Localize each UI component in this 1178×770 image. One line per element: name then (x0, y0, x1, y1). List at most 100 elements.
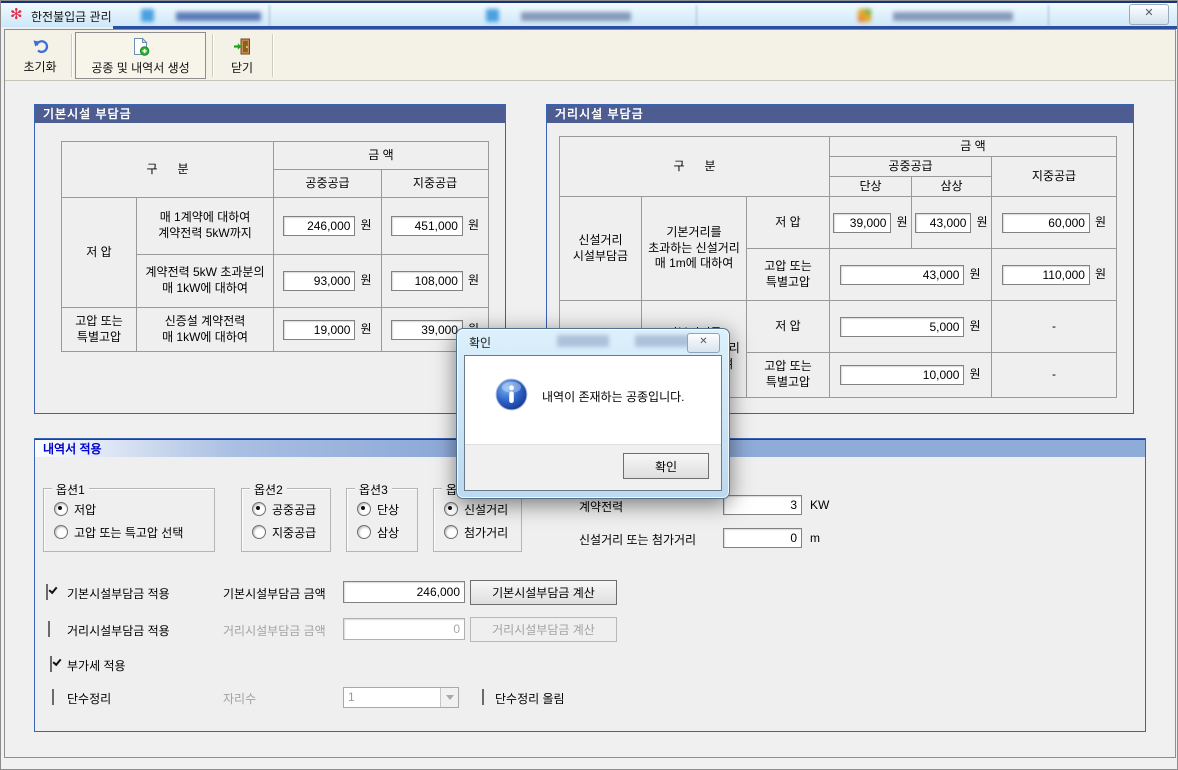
radio-icon (444, 502, 458, 516)
generate-worktype-button[interactable]: 공종 및 내역서 생성 (75, 32, 206, 79)
basic-r2-underground-field[interactable]: 108,000 (391, 271, 463, 291)
option3-group: 옵션3 단상 삼상 (346, 488, 418, 552)
dist-g2-high-underground-dash: - (992, 353, 1117, 398)
toolbar-separator (71, 34, 73, 77)
radio-single-phase[interactable]: 단상 (357, 502, 417, 516)
radio-icon (252, 502, 266, 516)
rounding-checkbox[interactable] (52, 689, 54, 705)
vat-apply-checkbox[interactable] (50, 656, 52, 672)
window-close-button[interactable]: ✕ (1129, 4, 1169, 25)
distance-fee-apply-checkbox[interactable] (48, 621, 50, 637)
confirm-dialog-footer: 확인 (465, 444, 721, 490)
glass-reflection-blob (557, 335, 609, 347)
vat-apply-label: 부가세 적용 (67, 657, 126, 674)
radio-icon (444, 525, 458, 539)
reset-button[interactable]: 초기화 (11, 33, 69, 78)
basic-r2-overhead-field[interactable]: 93,000 (283, 271, 355, 291)
close-button[interactable]: 닫기 (217, 33, 267, 78)
radio-icon (357, 525, 371, 539)
option1-legend: 옵션1 (52, 481, 89, 498)
glass-reflection-blob (635, 335, 693, 347)
distance-length-label: 신설거리 또는 첨가거리 (579, 531, 696, 548)
tab-separator (269, 5, 270, 27)
col-header-amount: 금 액 (830, 137, 1117, 157)
dist-g1-low-single-field[interactable]: 39,000 (833, 213, 891, 233)
confirm-dialog-title: 확인 (469, 334, 491, 351)
background-tab-icon (486, 9, 499, 22)
radio-label: 저압 (74, 501, 96, 518)
currency-unit: 원 (969, 267, 980, 283)
window-title: 한전불입금 관리 (31, 8, 112, 25)
tab-separator (1048, 5, 1049, 27)
toolbar-separator (212, 34, 214, 77)
close-button-label: 닫기 (231, 59, 253, 76)
currency-unit: 원 (969, 319, 980, 335)
radio-new-distance[interactable]: 신설거리 (444, 502, 521, 516)
row-header-high-voltage: 고압 또는 특별고압 (747, 353, 830, 398)
dist-g1-high-underground-field[interactable]: 110,000 (1002, 265, 1090, 285)
distance-fee-panel-title: 거리시설 부담금 (547, 105, 1133, 123)
new-document-icon (131, 37, 150, 59)
row-header-high-voltage: 고압 또는 특별고압 (62, 308, 137, 352)
dist-g1-low-three-field[interactable]: 43,000 (915, 213, 971, 233)
tab-separator (696, 5, 697, 27)
info-icon (495, 378, 528, 414)
dist-g2-low-underground-dash: - (992, 301, 1117, 353)
currency-unit: 원 (360, 273, 371, 289)
confirm-dialog-message: 내역이 존재하는 공종입니다. (542, 388, 684, 405)
col-header-underground: 지중공급 (992, 157, 1117, 197)
currency-unit: 원 (1095, 267, 1106, 283)
digits-combobox-value: 1 (344, 688, 440, 707)
radio-added-distance[interactable]: 첨가거리 (444, 525, 521, 539)
basic-fee-apply-label: 기본시설부담금 적용 (67, 585, 170, 602)
col-header-division: 구 분 (62, 142, 274, 198)
radio-three-phase[interactable]: 삼상 (357, 525, 417, 539)
toolbar-separator (272, 34, 274, 77)
distance-fee-calc-button[interactable]: 거리시설부담금 계산 (470, 617, 617, 642)
basic-fee-calc-button[interactable]: 기본시설부담금 계산 (470, 580, 617, 605)
radio-low-voltage[interactable]: 저압 (54, 502, 214, 516)
basic-r3-overhead-field[interactable]: 19,000 (283, 320, 355, 340)
radio-high-voltage[interactable]: 고압 또는 특고압 선택 (54, 525, 214, 539)
confirm-dialog-close-button[interactable]: ✕ (687, 333, 720, 353)
option2-legend: 옵션2 (250, 481, 287, 498)
contract-power-field[interactable]: 3 (723, 495, 802, 515)
digits-combobox[interactable]: 1 (343, 687, 459, 708)
chevron-down-icon[interactable] (440, 688, 458, 707)
distance-length-field[interactable]: 0 (723, 528, 802, 548)
radio-underground-supply[interactable]: 지중공급 (252, 525, 330, 539)
basic-fee-apply-checkbox[interactable] (46, 584, 48, 600)
basic-fee-amount-field[interactable]: 246,000 (343, 581, 465, 603)
radio-overhead-supply[interactable]: 공중공급 (252, 502, 330, 516)
dist-g2-high-overhead-field[interactable]: 10,000 (840, 365, 964, 385)
confirm-dialog-body: 내역이 존재하는 공종입니다. 확인 (464, 355, 722, 491)
distance-fee-amount-field[interactable]: 0 (343, 618, 465, 640)
round-up-checkbox[interactable] (482, 689, 484, 705)
radio-label: 첨가거리 (464, 524, 508, 541)
radio-icon (54, 525, 68, 539)
col-header-overhead: 공중공급 (830, 157, 992, 177)
currency-unit: 원 (468, 273, 479, 289)
currency-unit: 원 (896, 215, 907, 231)
row-header-new-distance: 신설거리 시설부담금 (560, 197, 642, 301)
basic-r1-overhead-field[interactable]: 246,000 (283, 216, 355, 236)
dist-g2-low-overhead-field[interactable]: 5,000 (840, 317, 964, 337)
col-header-single-phase: 단상 (830, 177, 912, 197)
row-header-high-voltage: 고압 또는 특별고압 (747, 249, 830, 301)
row-header-low-voltage: 저 압 (62, 198, 137, 308)
rounding-label: 단수정리 (67, 690, 111, 707)
background-tab-icon (858, 9, 871, 22)
basic-r3-underground-field[interactable]: 39,000 (391, 320, 463, 340)
radio-icon (54, 502, 68, 516)
background-tab-label-blob (893, 12, 1013, 21)
dist-g1-high-overhead-field[interactable]: 43,000 (840, 265, 964, 285)
basic-r1-underground-field[interactable]: 451,000 (391, 216, 463, 236)
basic-fee-amount-label: 기본시설부담금 금액 (223, 585, 326, 602)
basic-fee-panel-title: 기본시설 부담금 (35, 105, 505, 123)
undo-icon (31, 37, 50, 58)
confirm-dialog: 확인 ✕ 내역이 존재 (456, 328, 730, 499)
contract-power-unit: KW (810, 498, 829, 512)
confirm-ok-button[interactable]: 확인 (623, 453, 709, 479)
dist-g1-low-underground-field[interactable]: 60,000 (1002, 213, 1090, 233)
currency-unit: 원 (360, 218, 371, 234)
